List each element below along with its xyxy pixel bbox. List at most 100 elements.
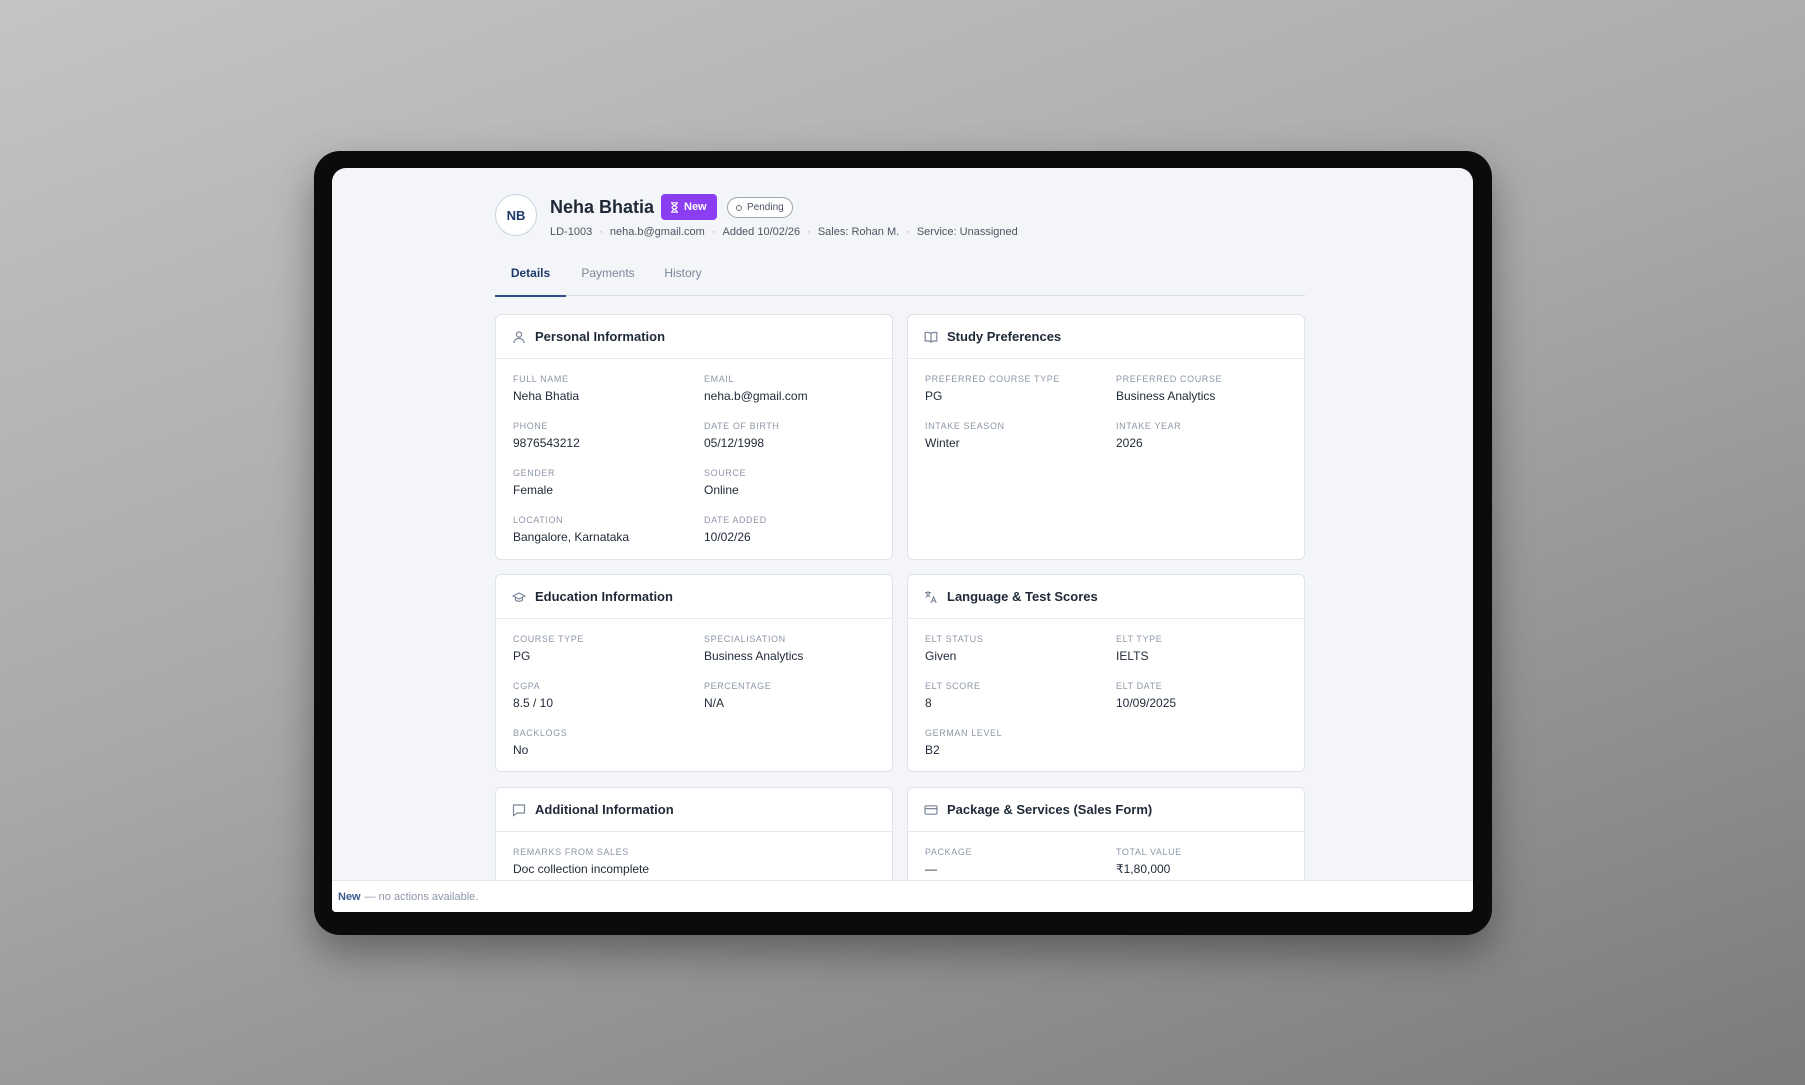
field-value: 9876543212 xyxy=(513,436,580,450)
field-full-name: Full Name Neha Bhatia xyxy=(513,374,579,403)
field-value: neha.b@gmail.com xyxy=(704,389,808,403)
field-preferred-course: Preferred Course Business Analytics xyxy=(1116,374,1222,403)
meta-separator: · xyxy=(906,226,910,238)
field-total-value: Total Value ₹1,80,000 xyxy=(1116,847,1182,876)
tab-payments[interactable]: Payments xyxy=(577,264,639,296)
field-location: Location Bangalore, Karnataka xyxy=(513,515,629,544)
hourglass-icon xyxy=(671,201,678,213)
field-label: Preferred Course xyxy=(1116,374,1223,384)
app-screen: NB Neha Bhatia New Pending LD-1003 · neh… xyxy=(332,168,1473,912)
field-intake-season: Intake Season Winter xyxy=(925,421,1005,450)
lead-added-date: Added 10/02/26 xyxy=(722,226,801,238)
card-title: Education Information xyxy=(535,589,673,604)
status-badge-new: New xyxy=(661,194,717,220)
field-label: Email xyxy=(704,374,735,384)
meta-separator: · xyxy=(599,226,603,238)
card-header: Personal Information xyxy=(496,315,892,359)
card-title: Language & Test Scores xyxy=(947,589,1098,604)
user-icon xyxy=(513,330,525,343)
field-value: ₹1,80,000 xyxy=(1116,862,1171,876)
field-email: Email neha.b@gmail.com xyxy=(704,374,808,403)
field-cgpa: CGPA 8.5 / 10 xyxy=(513,681,553,710)
field-percentage: Percentage N/A xyxy=(704,681,771,710)
field-label: Remarks from Sales xyxy=(513,847,629,857)
field-label: German Level xyxy=(925,728,1003,738)
field-elt-type: ELT Type IELTS xyxy=(1116,634,1162,663)
field-preferred-course-type: Preferred Course Type PG xyxy=(925,374,1060,403)
graduation-cap-icon xyxy=(512,591,526,602)
field-label: Percentage xyxy=(704,681,772,691)
field-course-type: Course Type PG xyxy=(513,634,584,663)
pending-badge: Pending xyxy=(727,197,793,218)
field-value: 2026 xyxy=(1116,436,1143,450)
field-label: Source xyxy=(704,468,747,478)
field-label: Package xyxy=(925,847,973,857)
field-label: Date of Birth xyxy=(704,421,780,431)
field-value: PG xyxy=(925,389,943,403)
study-preferences-card: Study Preferences Preferred Course Type P… xyxy=(907,314,1305,560)
field-package: Package — xyxy=(925,847,972,876)
field-german-level: German Level B2 xyxy=(925,728,1002,757)
book-open-icon xyxy=(924,331,938,343)
field-elt-date: ELT Date 10/09/2025 xyxy=(1116,681,1176,710)
field-value: 10/09/2025 xyxy=(1116,696,1177,710)
field-label: CGPA xyxy=(513,681,541,691)
action-status-bar: New — no actions available. xyxy=(332,880,1473,912)
field-value: Online xyxy=(704,483,739,497)
field-date-of-birth: Date of Birth 05/12/1998 xyxy=(704,421,779,450)
field-label: Intake Year xyxy=(1116,421,1182,431)
field-value: Business Analytics xyxy=(1116,389,1216,403)
tab-history[interactable]: History xyxy=(661,264,705,296)
card-header: Language & Test Scores xyxy=(908,575,1304,619)
card-header: Education Information xyxy=(496,575,892,619)
field-label: Course Type xyxy=(513,634,584,644)
credit-card-icon xyxy=(924,804,938,815)
lead-id: LD-1003 xyxy=(550,226,593,238)
field-label: Specialisation xyxy=(704,634,786,644)
field-label: Full Name xyxy=(513,374,569,384)
field-value: No xyxy=(513,743,529,757)
field-value: Female xyxy=(513,483,554,497)
field-backlogs: Backlogs No xyxy=(513,728,567,757)
field-elt-status: ELT Status Given xyxy=(925,634,983,663)
meta-separator: · xyxy=(711,226,716,238)
field-gender: Gender Female xyxy=(513,468,555,497)
lead-header: NB Neha Bhatia New Pending LD-1003 · neh… xyxy=(495,194,1305,244)
card-title: Study Preferences xyxy=(947,329,1062,344)
lead-email: neha.b@gmail.com xyxy=(609,226,705,238)
card-header: Additional Information xyxy=(496,788,892,832)
field-value: IELTS xyxy=(1116,649,1149,663)
translate-icon xyxy=(925,590,937,603)
field-phone: Phone 9876543212 xyxy=(513,421,580,450)
lead-meta: LD-1003 · neha.b@gmail.com · Added 10/02… xyxy=(550,226,1018,238)
field-specialisation: Specialisation Business Analytics xyxy=(704,634,803,663)
lead-name: Neha Bhatia xyxy=(550,197,655,217)
lead-sales-owner: Sales: Rohan M. xyxy=(817,226,900,238)
field-value: 8.5 / 10 xyxy=(513,696,554,710)
field-label: Date Added xyxy=(704,515,767,525)
field-label: ELT Status xyxy=(925,634,984,644)
field-label: Intake Season xyxy=(925,421,1005,431)
field-label: Phone xyxy=(513,421,549,431)
field-value: Winter xyxy=(925,436,960,450)
field-date-added: Date Added 10/02/26 xyxy=(704,515,767,544)
field-value: — xyxy=(925,862,937,876)
tablet-frame: NB Neha Bhatia New Pending LD-1003 · neh… xyxy=(314,151,1492,935)
status-badge-label: New xyxy=(684,201,707,213)
personal-information-card: Personal Information Full Name Neha Bhati… xyxy=(495,314,893,560)
status-bar-status: New xyxy=(338,890,361,903)
field-label: Gender xyxy=(513,468,556,478)
field-label: Total Value xyxy=(1116,847,1182,857)
meta-separator: · xyxy=(807,226,811,238)
avatar: NB xyxy=(495,194,537,236)
card-title: Personal Information xyxy=(535,329,666,344)
field-label: Location xyxy=(513,515,564,525)
field-label: Backlogs xyxy=(513,728,568,738)
pending-badge-label: Pending xyxy=(747,202,784,213)
field-intake-year: Intake Year 2026 xyxy=(1116,421,1181,450)
card-title: Additional Information xyxy=(535,802,674,817)
tab-details[interactable]: Details xyxy=(495,264,566,297)
field-value: Neha Bhatia xyxy=(513,389,580,403)
field-elt-score: ELT Score 8 xyxy=(925,681,981,710)
status-bar-message: — no actions available. xyxy=(364,890,479,903)
